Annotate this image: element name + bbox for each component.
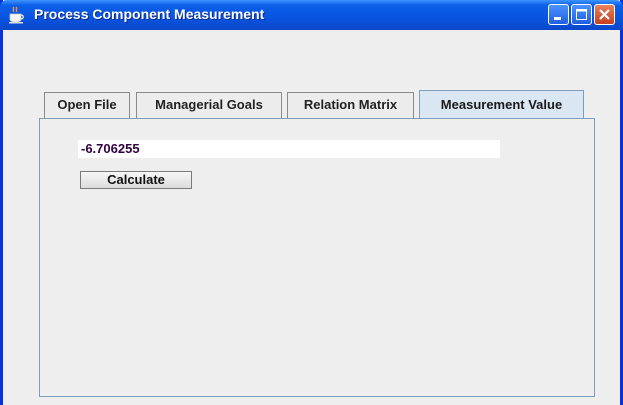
close-button[interactable]	[594, 4, 615, 25]
tab-measurement-value[interactable]: Measurement Value	[419, 90, 584, 120]
tab-open-file[interactable]: Open File	[44, 92, 130, 118]
tab-relation-matrix[interactable]: Relation Matrix	[287, 92, 414, 118]
tab-managerial-goals[interactable]: Managerial Goals	[136, 92, 282, 118]
minimize-icon	[554, 17, 561, 20]
window-title: Process Component Measurement	[34, 6, 265, 22]
maximize-button[interactable]	[571, 4, 592, 25]
measurement-value-field[interactable]: -6.706255	[78, 140, 500, 158]
tab-content-panel	[39, 118, 595, 397]
tab-label: Managerial Goals	[155, 97, 263, 112]
title-bar[interactable]: Process Component Measurement	[0, 0, 623, 30]
tab-label: Relation Matrix	[303, 97, 398, 112]
maximize-icon	[576, 9, 587, 20]
minimize-button[interactable]	[548, 4, 569, 25]
close-icon	[599, 9, 610, 20]
tab-label: Open File	[57, 97, 117, 112]
tab-label: Measurement Value	[440, 97, 563, 112]
calculate-button[interactable]: Calculate	[80, 171, 192, 189]
java-cup-icon	[9, 6, 24, 24]
